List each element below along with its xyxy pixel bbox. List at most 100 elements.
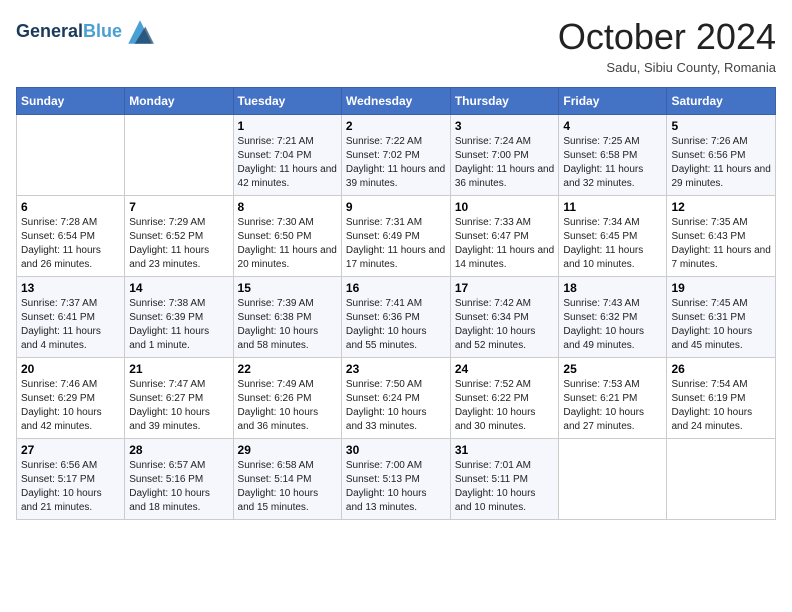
- calendar-cell: 24 Sunrise: 7:52 AMSunset: 6:22 PMDayligh…: [450, 358, 559, 439]
- day-info: Sunrise: 7:35 AMSunset: 6:43 PMDaylight:…: [671, 216, 771, 272]
- weekday-header: Tuesday: [233, 88, 341, 115]
- calendar-week-row: 20 Sunrise: 7:46 AMSunset: 6:29 PMDayligh…: [17, 358, 776, 439]
- day-number: 20: [21, 362, 120, 376]
- weekday-header: Wednesday: [341, 88, 450, 115]
- day-number: 27: [21, 443, 120, 457]
- day-number: 16: [346, 281, 446, 295]
- calendar-cell: 22Sunrise: 7:49 AMSunset: 6:26 PMDayligh…: [233, 358, 341, 439]
- calendar-cell: [559, 439, 667, 520]
- calendar-cell: 29 Sunrise: 6:58 AMSunset: 5:14 PMDayligh…: [233, 439, 341, 520]
- day-number: 14: [129, 281, 228, 295]
- day-info: Sunrise: 7:46 AMSunset: 6:29 PMDaylight:…: [21, 378, 120, 434]
- calendar-cell: 19Sunrise: 7:45 AMSunset: 6:31 PMDayligh…: [667, 277, 776, 358]
- calendar-cell: 9 Sunrise: 7:31 AMSunset: 6:49 PMDaylight…: [341, 196, 450, 277]
- day-number: 13: [21, 281, 120, 295]
- day-number: 11: [563, 200, 662, 214]
- calendar-week-row: 1Sunrise: 7:21 AMSunset: 7:04 PMDaylight…: [17, 115, 776, 196]
- day-info: Sunrise: 7:25 AMSunset: 6:58 PMDaylight:…: [563, 135, 662, 191]
- day-info: Sunrise: 7:34 AMSunset: 6:45 PMDaylight:…: [563, 216, 662, 272]
- day-number: 6: [21, 200, 120, 214]
- calendar-cell: 20 Sunrise: 7:46 AMSunset: 6:29 PMDayligh…: [17, 358, 125, 439]
- day-number: 15: [238, 281, 337, 295]
- weekday-header: Sunday: [17, 88, 125, 115]
- day-number: 23: [346, 362, 446, 376]
- day-info: Sunrise: 6:58 AMSunset: 5:14 PMDaylight:…: [238, 459, 337, 515]
- day-info: Sunrise: 7:01 AMSunset: 5:11 PMDaylight:…: [455, 459, 555, 515]
- calendar-cell: 12 Sunrise: 7:35 AMSunset: 6:43 PMDayligh…: [667, 196, 776, 277]
- calendar-cell: 3Sunrise: 7:24 AMSunset: 7:00 PMDaylight…: [450, 115, 559, 196]
- day-number: 24: [455, 362, 555, 376]
- day-info: Sunrise: 7:28 AMSunset: 6:54 PMDaylight:…: [21, 216, 120, 272]
- calendar-cell: 2 Sunrise: 7:22 AMSunset: 7:02 PMDaylight…: [341, 115, 450, 196]
- day-info: Sunrise: 7:00 AMSunset: 5:13 PMDaylight:…: [346, 459, 446, 515]
- day-number: 29: [238, 443, 337, 457]
- calendar-cell: 7 Sunrise: 7:29 AMSunset: 6:52 PMDaylight…: [125, 196, 233, 277]
- calendar-cell: 25Sunrise: 7:53 AMSunset: 6:21 PMDayligh…: [559, 358, 667, 439]
- calendar-cell: 17 Sunrise: 7:42 AMSunset: 6:34 PMDayligh…: [450, 277, 559, 358]
- day-number: 31: [455, 443, 555, 457]
- day-number: 12: [671, 200, 771, 214]
- calendar-cell: 23 Sunrise: 7:50 AMSunset: 6:24 PMDayligh…: [341, 358, 450, 439]
- day-number: 17: [455, 281, 555, 295]
- weekday-header: Saturday: [667, 88, 776, 115]
- day-info: Sunrise: 7:26 AMSunset: 6:56 PMDaylight:…: [671, 135, 771, 191]
- day-number: 19: [671, 281, 771, 295]
- day-info: Sunrise: 7:29 AMSunset: 6:52 PMDaylight:…: [129, 216, 228, 272]
- calendar-cell: 16 Sunrise: 7:41 AMSunset: 6:36 PMDayligh…: [341, 277, 450, 358]
- calendar-week-row: 27 Sunrise: 6:56 AMSunset: 5:17 PMDayligh…: [17, 439, 776, 520]
- day-number: 21: [129, 362, 228, 376]
- day-info: Sunrise: 6:56 AMSunset: 5:17 PMDaylight:…: [21, 459, 120, 515]
- calendar-cell: 5 Sunrise: 7:26 AMSunset: 6:56 PMDaylight…: [667, 115, 776, 196]
- day-info: Sunrise: 7:31 AMSunset: 6:49 PMDaylight:…: [346, 216, 446, 272]
- calendar-cell: 30 Sunrise: 7:00 AMSunset: 5:13 PMDayligh…: [341, 439, 450, 520]
- day-number: 9: [346, 200, 446, 214]
- calendar-table: SundayMondayTuesdayWednesdayThursdayFrid…: [16, 87, 776, 520]
- calendar-cell: 14 Sunrise: 7:38 AMSunset: 6:39 PMDayligh…: [125, 277, 233, 358]
- calendar-week-row: 13 Sunrise: 7:37 AMSunset: 6:41 PMDayligh…: [17, 277, 776, 358]
- calendar-cell: 1Sunrise: 7:21 AMSunset: 7:04 PMDaylight…: [233, 115, 341, 196]
- day-info: Sunrise: 7:41 AMSunset: 6:36 PMDaylight:…: [346, 297, 446, 353]
- day-number: 18: [563, 281, 662, 295]
- calendar-cell: 8 Sunrise: 7:30 AMSunset: 6:50 PMDaylight…: [233, 196, 341, 277]
- month-title: October 2024: [558, 16, 776, 58]
- location: Sadu, Sibiu County, Romania: [558, 60, 776, 75]
- day-info: Sunrise: 7:52 AMSunset: 6:22 PMDaylight:…: [455, 378, 555, 434]
- day-number: 30: [346, 443, 446, 457]
- day-number: 26: [671, 362, 771, 376]
- day-info: Sunrise: 7:50 AMSunset: 6:24 PMDaylight:…: [346, 378, 446, 434]
- calendar-cell: [125, 115, 233, 196]
- calendar-cell: 15Sunrise: 7:39 AMSunset: 6:38 PMDayligh…: [233, 277, 341, 358]
- day-number: 10: [455, 200, 555, 214]
- logo-icon: [124, 16, 156, 48]
- day-number: 28: [129, 443, 228, 457]
- page-header: GeneralBlue October 2024 Sadu, Sibiu Cou…: [16, 16, 776, 75]
- calendar-cell: [667, 439, 776, 520]
- calendar-cell: 28 Sunrise: 6:57 AMSunset: 5:16 PMDayligh…: [125, 439, 233, 520]
- day-number: 8: [238, 200, 337, 214]
- day-info: Sunrise: 6:57 AMSunset: 5:16 PMDaylight:…: [129, 459, 228, 515]
- calendar-cell: 27 Sunrise: 6:56 AMSunset: 5:17 PMDayligh…: [17, 439, 125, 520]
- day-number: 5: [671, 119, 771, 133]
- day-info: Sunrise: 7:24 AMSunset: 7:00 PMDaylight:…: [455, 135, 555, 191]
- calendar-cell: 26 Sunrise: 7:54 AMSunset: 6:19 PMDayligh…: [667, 358, 776, 439]
- weekday-header: Friday: [559, 88, 667, 115]
- day-info: Sunrise: 7:38 AMSunset: 6:39 PMDaylight:…: [129, 297, 228, 353]
- day-number: 7: [129, 200, 228, 214]
- calendar-cell: 18 Sunrise: 7:43 AMSunset: 6:32 PMDayligh…: [559, 277, 667, 358]
- weekday-header: Thursday: [450, 88, 559, 115]
- day-info: Sunrise: 7:54 AMSunset: 6:19 PMDaylight:…: [671, 378, 771, 434]
- calendar-cell: 31 Sunrise: 7:01 AMSunset: 5:11 PMDayligh…: [450, 439, 559, 520]
- calendar-cell: [17, 115, 125, 196]
- logo: GeneralBlue: [16, 16, 156, 48]
- calendar-week-row: 6 Sunrise: 7:28 AMSunset: 6:54 PMDaylight…: [17, 196, 776, 277]
- logo-text: GeneralBlue: [16, 21, 122, 43]
- calendar-cell: 6 Sunrise: 7:28 AMSunset: 6:54 PMDaylight…: [17, 196, 125, 277]
- day-info: Sunrise: 7:42 AMSunset: 6:34 PMDaylight:…: [455, 297, 555, 353]
- calendar-cell: 11 Sunrise: 7:34 AMSunset: 6:45 PMDayligh…: [559, 196, 667, 277]
- day-info: Sunrise: 7:30 AMSunset: 6:50 PMDaylight:…: [238, 216, 337, 272]
- day-number: 1: [238, 119, 337, 133]
- day-info: Sunrise: 7:37 AMSunset: 6:41 PMDaylight:…: [21, 297, 120, 353]
- day-info: Sunrise: 7:43 AMSunset: 6:32 PMDaylight:…: [563, 297, 662, 353]
- day-number: 2: [346, 119, 446, 133]
- day-info: Sunrise: 7:22 AMSunset: 7:02 PMDaylight:…: [346, 135, 446, 191]
